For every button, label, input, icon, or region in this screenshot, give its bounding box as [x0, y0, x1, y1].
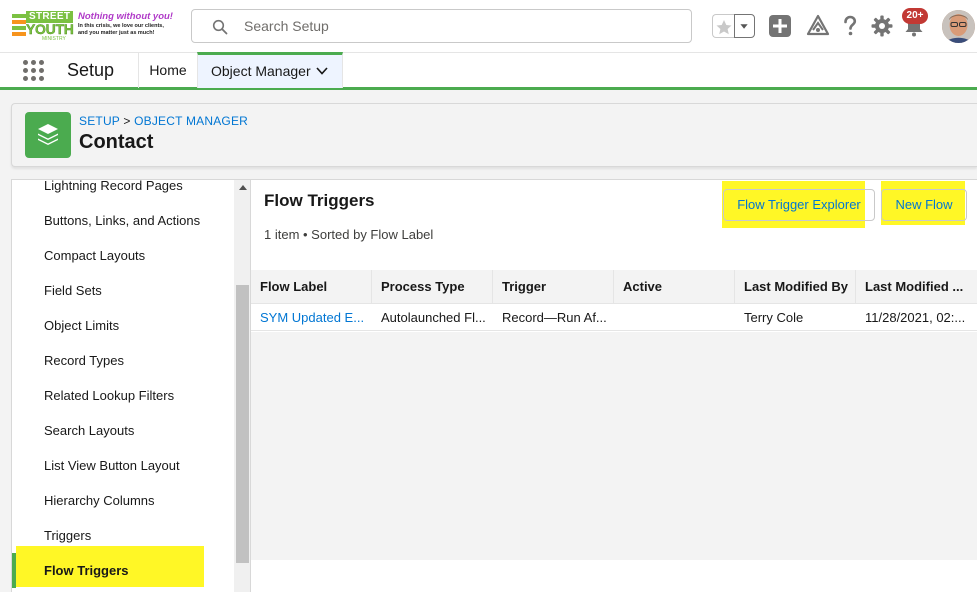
breadcrumb: SETUP > OBJECT MANAGER — [79, 114, 248, 128]
chevron-down-icon[interactable] — [316, 66, 328, 76]
cell-last-modified-date: 11/28/2021, 02:... — [865, 310, 966, 325]
app-nav-bar: Setup Home Object Manager — [0, 52, 977, 90]
logo-youth-text: YOUTH — [26, 21, 74, 37]
breadcrumb-object-manager-link[interactable]: OBJECT MANAGER — [134, 114, 248, 128]
logo-mark: STREET YOUTH MINISTRY — [12, 10, 74, 42]
cell-trigger: Record—Run Af... — [502, 310, 607, 325]
table-row: SYM Updated E... Autolaunched Fl... Reco… — [251, 304, 977, 331]
logo-tagline: Nothing without you! — [78, 11, 173, 22]
app-name: Setup — [67, 60, 115, 80]
tab-object-manager[interactable]: Object Manager — [197, 52, 343, 88]
cell-flow-label-link[interactable]: SYM Updated E... — [251, 304, 372, 331]
setup-search-box[interactable] — [191, 9, 692, 43]
table-header: Flow Label Process Type Trigger Active L… — [251, 270, 977, 304]
list-summary: 1 item • Sorted by Flow Label — [264, 227, 434, 242]
sidebar-item-object-limits[interactable]: Object Limits — [12, 308, 234, 343]
sidebar-item-list-view-button-layout[interactable]: List View Button Layout — [12, 448, 234, 483]
sidebar-item-compact-layouts[interactable]: Compact Layouts — [12, 238, 234, 273]
section-title: Flow Triggers — [264, 191, 375, 210]
column-header-process-type[interactable]: Process Type — [372, 270, 493, 304]
flow-triggers-panel: Flow Triggers 1 item • Sorted by Flow La… — [251, 179, 977, 592]
sidebar-scrollbar[interactable] — [234, 180, 250, 592]
scroll-up-arrow-icon[interactable] — [239, 185, 247, 190]
flow-trigger-explorer-button[interactable]: Flow Trigger Explorer — [723, 189, 875, 221]
search-icon — [212, 19, 228, 35]
sidebar-item-flow-triggers[interactable]: Flow Triggers — [12, 553, 234, 588]
favorites-dropdown-button[interactable] — [734, 14, 755, 38]
org-logo[interactable]: STREET YOUTH MINISTRY Nothing without yo… — [12, 8, 173, 44]
sidebar-item-record-types[interactable]: Record Types — [12, 343, 234, 378]
sidebar-item-related-lookup-filters[interactable]: Related Lookup Filters — [12, 378, 234, 413]
column-header-flow-label[interactable]: Flow Label — [251, 270, 372, 304]
user-photo — [942, 10, 975, 43]
logo-subtext: In this crisis, we love our clients, and… — [78, 23, 164, 36]
table-empty-area — [251, 332, 977, 560]
page-title: Contact — [79, 131, 154, 153]
sidebar-item-lightning-record-pages[interactable]: Lightning Record Pages — [12, 180, 234, 203]
sidebar-item-field-sets[interactable]: Field Sets — [12, 273, 234, 308]
sidebar-item-hierarchy-columns[interactable]: Hierarchy Columns — [12, 483, 234, 518]
logo-ministry-text: MINISTRY — [42, 36, 66, 42]
sidebar-item-buttons-links-actions[interactable]: Buttons, Links, and Actions — [12, 203, 234, 238]
scrollbar-thumb[interactable] — [236, 285, 249, 563]
cell-active — [614, 304, 735, 331]
favorites-group — [712, 14, 755, 38]
tab-object-manager-label: Object Manager — [211, 63, 311, 79]
breadcrumb-separator: > — [123, 114, 131, 128]
trailhead-icon[interactable] — [806, 14, 830, 38]
object-sidebar: Lightning Record Pages Buttons, Links, a… — [11, 179, 251, 592]
notification-badge: 20+ — [902, 8, 928, 24]
avatar[interactable] — [942, 10, 975, 43]
plus-icon[interactable] — [768, 14, 792, 38]
column-header-last-modified-by[interactable]: Last Modified By — [735, 270, 856, 304]
search-input[interactable] — [244, 10, 674, 42]
column-header-active[interactable]: Active — [614, 270, 735, 304]
breadcrumb-setup-link[interactable]: SETUP — [79, 114, 120, 128]
star-icon — [716, 20, 732, 35]
layers-icon — [38, 124, 58, 145]
new-flow-button[interactable]: New Flow — [881, 189, 967, 221]
app-launcher-button[interactable] — [22, 59, 46, 83]
global-header: STREET YOUTH MINISTRY Nothing without yo… — [0, 0, 977, 52]
cell-last-modified-by: Terry Cole — [744, 310, 804, 325]
object-manager-icon — [25, 112, 71, 158]
column-header-last-modified-date[interactable]: Last Modified ... — [856, 270, 977, 304]
favorite-star-button[interactable] — [712, 14, 734, 38]
sidebar-item-triggers[interactable]: Triggers — [12, 518, 234, 553]
gear-icon[interactable] — [870, 14, 894, 38]
object-header: SETUP > OBJECT MANAGER Contact — [11, 103, 977, 167]
sidebar-item-search-layouts[interactable]: Search Layouts — [12, 413, 234, 448]
cell-process-type: Autolaunched Fl... — [381, 310, 486, 325]
chevron-down-icon — [740, 24, 748, 29]
column-header-trigger[interactable]: Trigger — [493, 270, 614, 304]
tab-home[interactable]: Home — [138, 53, 197, 88]
help-icon[interactable] — [838, 14, 862, 38]
